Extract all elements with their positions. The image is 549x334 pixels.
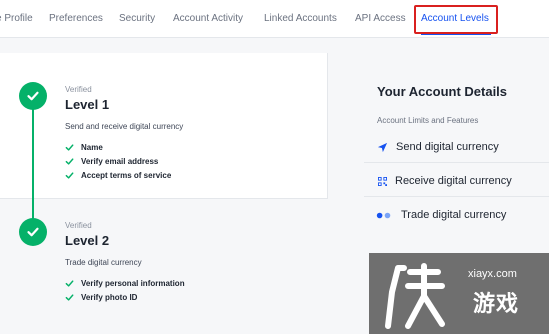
level-1-verified-icon [19, 82, 47, 110]
tab-api-access[interactable]: API Access [355, 13, 406, 24]
checkmark-icon [27, 91, 39, 101]
level-2-status: Verified [65, 221, 92, 230]
checkmark-icon [27, 227, 39, 237]
check-icon [65, 171, 74, 179]
check-icon [65, 293, 74, 301]
tab-preferences[interactable]: Preferences [49, 13, 103, 24]
requirement-item: Verify photo ID [65, 290, 185, 304]
trade-icon [375, 209, 393, 221]
level-2-requirements: Verify personal information Verify photo… [65, 276, 185, 304]
requirement-item: Accept terms of service [65, 168, 171, 182]
check-icon [65, 279, 74, 287]
watermark-name: 游戏 [473, 291, 520, 316]
tab-profile[interactable]: e Profile [0, 13, 33, 24]
level-1-title: Level 1 [65, 97, 110, 112]
account-limits-subtitle: Account Limits and Features [377, 116, 479, 125]
account-details-title: Your Account Details [377, 84, 508, 99]
level-1-requirements: Name Verify email address Accept terms o… [65, 140, 171, 182]
feature-receive-digital-currency[interactable]: Receive digital currency [364, 165, 549, 197]
tab-account-activity[interactable]: Account Activity [173, 13, 243, 24]
send-icon [376, 141, 388, 153]
check-icon [65, 157, 74, 165]
qr-code-icon [376, 175, 388, 187]
verification-timeline [32, 96, 34, 232]
tab-linked-accounts[interactable]: Linked Accounts [264, 13, 337, 24]
level-1-description: Send and receive digital currency [65, 122, 184, 131]
level-2-description: Trade digital currency [65, 258, 142, 267]
site-logo-icon [385, 263, 445, 329]
tab-highlight-box [414, 5, 498, 34]
feature-send-digital-currency[interactable]: Send digital currency [364, 131, 549, 163]
level-2-verified-icon [19, 218, 47, 246]
requirement-item: Verify email address [65, 154, 171, 168]
requirement-item: Verify personal information [65, 276, 185, 290]
tab-security[interactable]: Security [119, 13, 155, 24]
feature-trade-digital-currency[interactable]: Trade digital currency [364, 199, 549, 231]
requirement-item: Name [65, 140, 171, 154]
level-2-title: Level 2 [65, 233, 110, 248]
level-1-status: Verified [65, 85, 92, 94]
watermark-url: xiayx.com [468, 268, 517, 280]
check-icon [65, 143, 74, 151]
